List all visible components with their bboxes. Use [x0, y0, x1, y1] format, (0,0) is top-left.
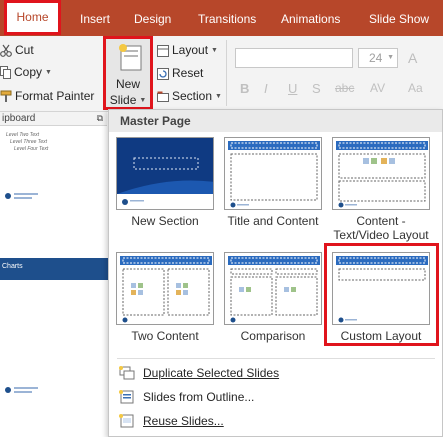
thumb-line: Level Two Text — [6, 132, 40, 138]
tab-design[interactable]: Design — [134, 0, 171, 36]
format-painter-label: Format Painter — [15, 89, 95, 103]
shadow-icon[interactable]: S — [312, 81, 321, 96]
section-icon — [157, 91, 169, 102]
format-painter-button[interactable]: Format Painter — [0, 86, 94, 106]
group-divider — [226, 40, 227, 106]
menu-label: Slides from Outline... — [143, 390, 255, 404]
cut-button[interactable]: Cut — [0, 40, 34, 60]
tab-animations[interactable]: Animations — [281, 0, 340, 36]
section-button[interactable]: Section ▼ — [157, 86, 222, 106]
reset-label: Reset — [172, 66, 204, 80]
layout-label: Content - Text/Video Layout — [324, 214, 438, 242]
logo-icon — [5, 387, 38, 393]
copy-button[interactable]: Copy ▼ — [0, 62, 52, 82]
new-slide-gallery: Master Page New Section Title and Conten… — [108, 109, 443, 437]
font-name-field[interactable] — [235, 48, 353, 68]
font-size-value: 24 — [369, 51, 383, 65]
duplicate-selected-slides-item[interactable]: Duplicate Selected Slides — [109, 362, 442, 384]
ribbon-body: Cut Copy ▼ Format Painter New Slide ▼ Layo… — [0, 36, 443, 112]
copy-icon — [0, 66, 11, 80]
paintbrush-icon — [0, 90, 12, 103]
chevron-down-icon[interactable]: ▼ — [45, 69, 52, 76]
thumb-text: Level Two Text Level Three Text Level Fo… — [6, 132, 48, 153]
comparison-graphic — [228, 256, 320, 323]
tab-insert[interactable]: Insert — [80, 0, 110, 36]
cut-label: Cut — [15, 43, 34, 57]
dialog-launcher-icon[interactable]: ⧉ — [97, 112, 103, 125]
chevron-down-icon: ▼ — [215, 92, 222, 100]
layout-thumbnail — [224, 137, 322, 210]
scissors-icon — [0, 44, 12, 58]
menu-label: Duplicate Selected Slides — [143, 366, 280, 380]
gallery-header: Master Page — [109, 110, 442, 132]
layout-icon — [157, 44, 169, 57]
section-slide-graphic — [117, 138, 213, 209]
grow-font-icon[interactable]: A — [408, 48, 438, 68]
chevron-down-icon: ▼ — [387, 54, 394, 61]
underline-icon[interactable]: U — [288, 81, 297, 96]
layout-button[interactable]: Layout ▼ — [157, 40, 218, 60]
bold-icon[interactable]: B — [240, 81, 249, 96]
reset-icon — [157, 67, 169, 80]
tab-transitions[interactable]: Transitions — [198, 0, 256, 36]
layout-thumbnail — [116, 137, 214, 210]
layout-label: Comparison — [240, 329, 306, 343]
slide-thumbnail-1[interactable]: Level Two Text Level Three Text Level Fo… — [0, 128, 108, 208]
new-slide-icon — [119, 44, 142, 71]
thumb-line: Level Four Text — [14, 146, 49, 152]
custom-layout-highlight — [324, 243, 439, 346]
two-content-graphic — [120, 256, 212, 323]
new-slide-label-1: New — [115, 77, 140, 91]
layout-thumbnail — [116, 252, 214, 325]
thumb-title: Charts — [2, 263, 23, 270]
layout-label: Layout — [172, 43, 209, 57]
title-content-graphic — [228, 141, 320, 208]
strikethrough-icon[interactable]: abc — [335, 81, 354, 95]
layout-thumbnail — [224, 252, 322, 325]
ribbon-tab-bar: Home Insert Design Transitions Animation… — [0, 0, 443, 36]
reuse-slides-item[interactable]: Reuse Slides... — [109, 410, 442, 432]
slides-from-outline-item[interactable]: Slides from Outline... — [109, 386, 442, 408]
font-size-field[interactable]: 24 ▼ — [358, 48, 398, 68]
clipboard-label: ipboard — [2, 113, 36, 124]
new-slide-button[interactable]: New Slide ▼ — [103, 36, 153, 110]
logo-icon — [5, 193, 38, 199]
reset-button[interactable]: Reset — [157, 63, 203, 83]
section-label: Section — [172, 89, 213, 103]
change-case-icon[interactable]: Aa — [408, 81, 423, 95]
layout-label: Title and Content — [227, 214, 319, 228]
chevron-down-icon: ▼ — [139, 97, 147, 105]
menu-divider — [117, 358, 435, 359]
tab-slide-show[interactable]: Slide Show — [369, 0, 429, 36]
clipboard-group-label: ipboard ⧉ — [0, 112, 107, 126]
italic-icon[interactable]: I — [264, 81, 268, 96]
menu-label: Reuse Slides... — [143, 414, 224, 428]
layout-label: Two Content — [131, 329, 199, 343]
content-video-graphic — [336, 141, 428, 208]
tab-home[interactable]: Home — [4, 0, 61, 35]
char-spacing-icon[interactable]: AV — [370, 81, 385, 95]
layout-label: New Section — [131, 214, 199, 228]
duplicate-slides-icon — [119, 366, 135, 380]
copy-label: Copy — [14, 65, 43, 79]
slide-thumbnail-2-header[interactable]: Charts — [0, 258, 108, 280]
new-slide-label-2: Slide ▼ — [109, 93, 147, 107]
reuse-slides-icon — [119, 414, 134, 428]
slide-thumbnail-pane: Level Two Text Level Three Text Level Fo… — [0, 126, 108, 437]
chevron-down-icon: ▼ — [211, 46, 218, 54]
thumb-line: Level Three Text — [10, 139, 48, 145]
layout-label-line2: Text/Video Layout — [333, 228, 429, 242]
outline-icon — [119, 390, 134, 404]
layout-label-line1: Content - — [356, 214, 406, 228]
layout-thumbnail — [332, 137, 430, 210]
